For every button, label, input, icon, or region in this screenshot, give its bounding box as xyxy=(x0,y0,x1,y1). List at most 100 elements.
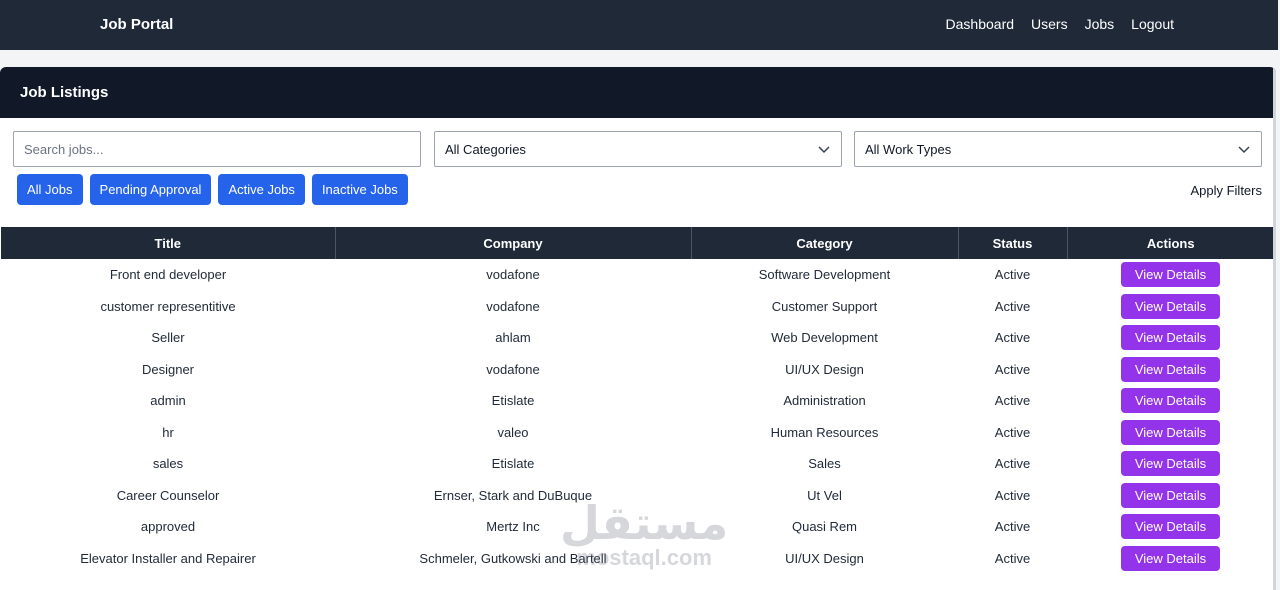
nav-dashboard-link[interactable]: Dashboard xyxy=(946,16,1015,32)
column-header-actions: Actions xyxy=(1067,227,1274,259)
category-select-value: All Categories xyxy=(445,141,526,157)
chevron-down-icon xyxy=(1238,146,1250,154)
inactive-jobs-button[interactable]: Inactive Jobs xyxy=(311,174,408,205)
column-header-title: Title xyxy=(1,227,336,259)
view-details-button[interactable]: View Details xyxy=(1121,262,1220,288)
cell-company: vodafone xyxy=(486,361,540,377)
work-type-select-value: All Work Types xyxy=(865,141,952,157)
cell-category: Quasi Rem xyxy=(791,519,858,535)
cell-status: Active xyxy=(994,456,1031,472)
category-select[interactable]: All Categories xyxy=(434,131,842,167)
status-filter-buttons: All Jobs Pending Approval Active Jobs In… xyxy=(17,174,408,205)
cell-title: sales xyxy=(152,456,184,472)
nav-logout-link[interactable]: Logout xyxy=(1131,16,1174,32)
cell-title: approved xyxy=(140,519,196,535)
cell-category: Administration xyxy=(783,393,866,409)
cell-company: Mertz Inc xyxy=(486,519,540,535)
cell-status: Active xyxy=(994,267,1031,283)
page-title: Job Listings xyxy=(20,84,109,101)
cell-status: Active xyxy=(994,298,1031,314)
cell-status: Active xyxy=(994,519,1031,535)
cell-status: Active xyxy=(994,361,1031,377)
cell-status: Active xyxy=(994,550,1031,566)
table-row: Designer vodafone UI/UX Design Active View D… xyxy=(1,354,1274,386)
cell-category: Human Resources xyxy=(770,424,879,440)
cell-title: admin xyxy=(150,393,186,409)
scrollbar[interactable] xyxy=(1273,67,1276,590)
cell-title: Designer xyxy=(141,361,195,377)
table-row: Front end developer vodafone Software Deve… xyxy=(1,259,1274,291)
cell-actions: View Details xyxy=(1067,543,1274,575)
cell-company: Ernser, Stark and DuBuque xyxy=(433,487,593,503)
table-row: hr valeo Human Resources Active View Details xyxy=(1,417,1274,449)
cell-actions: View Details xyxy=(1067,417,1274,449)
view-details-button[interactable]: View Details xyxy=(1121,545,1220,571)
column-header-status: Status xyxy=(958,227,1068,259)
card-header: Job Listings xyxy=(0,67,1276,118)
jobs-table: Title Company Category Status Actions Fr… xyxy=(1,227,1274,574)
nav-users-link[interactable]: Users xyxy=(1031,16,1068,32)
cell-actions: View Details xyxy=(1067,259,1274,291)
cell-title: hr xyxy=(162,424,174,440)
nav-links: Dashboard Users Jobs Logout xyxy=(946,16,1174,32)
column-header-company: Company xyxy=(335,227,692,259)
view-details-button[interactable]: View Details xyxy=(1121,514,1220,540)
cell-actions: View Details xyxy=(1067,354,1274,386)
cell-status: Active xyxy=(994,330,1031,346)
chevron-down-icon xyxy=(818,146,830,154)
job-listings-card: Job Listings All Categories All Work Typ… xyxy=(0,67,1276,590)
cell-company: Schmeler, Gutkowski and Bartell xyxy=(419,550,607,566)
table-row: approved Mertz Inc Quasi Rem Active View Det… xyxy=(1,511,1274,543)
table-row: sales Etislate Sales Active View Details xyxy=(1,448,1274,480)
cell-company: Etislate xyxy=(491,393,535,409)
cell-category: UI/UX Design xyxy=(785,361,864,377)
cell-actions: View Details xyxy=(1067,448,1274,480)
cell-company: Etislate xyxy=(491,456,535,472)
cell-actions: View Details xyxy=(1067,322,1274,354)
cell-company: valeo xyxy=(497,424,529,440)
cell-company: vodafone xyxy=(486,298,540,314)
cell-category: Ut Vel xyxy=(807,487,842,503)
work-type-select[interactable]: All Work Types xyxy=(854,131,1262,167)
apply-filters-button[interactable]: Apply Filters xyxy=(1190,183,1262,198)
column-header-category: Category xyxy=(691,227,959,259)
active-jobs-button[interactable]: Active Jobs xyxy=(218,174,305,205)
cell-category: Sales xyxy=(808,456,841,472)
view-details-button[interactable]: View Details xyxy=(1121,482,1220,508)
cell-title: Front end developer xyxy=(109,267,227,283)
table-row: customer representitive vodafone Customer … xyxy=(1,291,1274,323)
table-row: admin Etislate Administration Active View De… xyxy=(1,385,1274,417)
view-details-button[interactable]: View Details xyxy=(1121,293,1220,319)
cell-company: ahlam xyxy=(495,330,531,346)
pending-approval-button[interactable]: Pending Approval xyxy=(89,174,212,205)
cell-company: vodafone xyxy=(486,267,540,283)
cell-actions: View Details xyxy=(1067,511,1274,543)
view-details-button[interactable]: View Details xyxy=(1121,325,1220,351)
top-navbar: Job Portal Dashboard Users Jobs Logout xyxy=(0,0,1278,50)
cell-category: Software Development xyxy=(758,267,891,283)
table-row: Elevator Installer and Repairer Schmeler,… xyxy=(1,543,1274,575)
nav-jobs-link[interactable]: Jobs xyxy=(1085,16,1115,32)
search-input[interactable] xyxy=(13,131,421,167)
all-jobs-button[interactable]: All Jobs xyxy=(17,174,83,205)
cell-actions: View Details xyxy=(1067,291,1274,323)
view-details-button[interactable]: View Details xyxy=(1121,419,1220,445)
cell-status: Active xyxy=(994,393,1031,409)
view-details-button[interactable]: View Details xyxy=(1121,451,1220,477)
table-row: Career Counselor Ernser, Stark and DuBuqu… xyxy=(1,480,1274,512)
cell-title: Elevator Installer and Repairer xyxy=(80,550,256,566)
cell-category: Web Development xyxy=(771,330,878,346)
cell-actions: View Details xyxy=(1067,480,1274,512)
cell-category: UI/UX Design xyxy=(785,550,864,566)
cell-status: Active xyxy=(994,487,1031,503)
table-body: Front end developer vodafone Software Deve… xyxy=(1,259,1274,574)
view-details-button[interactable]: View Details xyxy=(1121,388,1220,414)
cell-title: Career Counselor xyxy=(116,487,220,503)
cell-title: Seller xyxy=(151,330,185,346)
table-row: Seller ahlam Web Development Active View Det… xyxy=(1,322,1274,354)
cell-title: customer representitive xyxy=(100,298,236,314)
view-details-button[interactable]: View Details xyxy=(1121,356,1220,382)
cell-actions: View Details xyxy=(1067,385,1274,417)
cell-category: Customer Support xyxy=(771,298,878,314)
brand-logo[interactable]: Job Portal xyxy=(100,16,173,33)
